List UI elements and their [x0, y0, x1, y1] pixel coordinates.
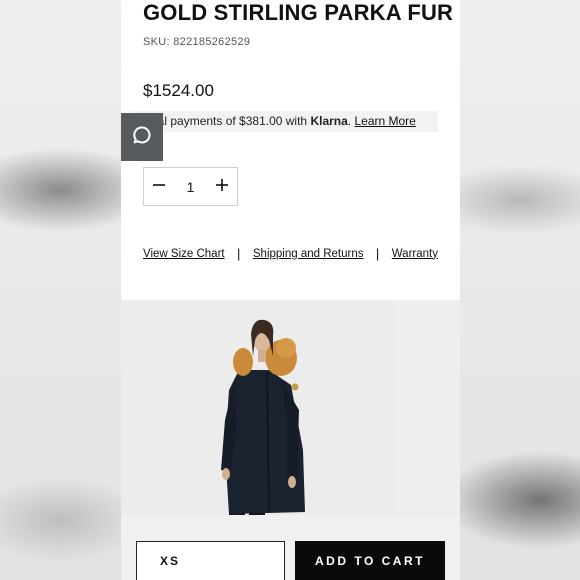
klarna-brand: Klarna: [310, 114, 348, 128]
shipping-returns-link[interactable]: Shipping and Returns: [253, 248, 364, 260]
klarna-banner: ual payments of $381.00 with Klarna. Lea…: [129, 111, 438, 132]
quantity-stepper: 1: [143, 167, 238, 206]
chat-bubble-icon: [132, 125, 152, 150]
link-separator: |: [237, 246, 241, 261]
size-select[interactable]: XS: [136, 541, 285, 580]
model-in-parka-image: [121, 300, 395, 524]
product-price: $1524.00: [143, 81, 214, 100]
quantity-value[interactable]: 1: [187, 179, 195, 195]
product-page: GOLD STIRLING PARKA FUR SKU: 82218526252…: [121, 0, 460, 580]
increment-button[interactable]: [207, 168, 237, 205]
product-photo-main[interactable]: [121, 300, 395, 524]
product-photo-next[interactable]: [400, 300, 460, 524]
link-separator: |: [375, 246, 380, 261]
decrement-button[interactable]: [144, 168, 174, 205]
product-gallery[interactable]: [121, 300, 460, 524]
minus-icon: [153, 178, 165, 196]
chat-button[interactable]: [121, 113, 163, 161]
klarna-text: ual payments of $381.00 with Klarna. Lea…: [151, 111, 416, 132]
warranty-link[interactable]: Warranty: [392, 248, 438, 260]
product-title: GOLD STIRLING PARKA FUR: [143, 0, 454, 25]
add-to-cart-button[interactable]: ADD TO CART: [295, 541, 445, 580]
info-links: View Size Chart | Shipping and Returns |…: [143, 246, 438, 261]
klarna-learn-more-link[interactable]: Learn More: [354, 114, 415, 128]
product-sku: SKU: 822185262529: [143, 36, 251, 48]
klarna-prefix: ual payments of $381.00 with: [151, 114, 311, 128]
size-chart-link[interactable]: View Size Chart: [143, 248, 225, 260]
plus-icon: [215, 178, 228, 196]
